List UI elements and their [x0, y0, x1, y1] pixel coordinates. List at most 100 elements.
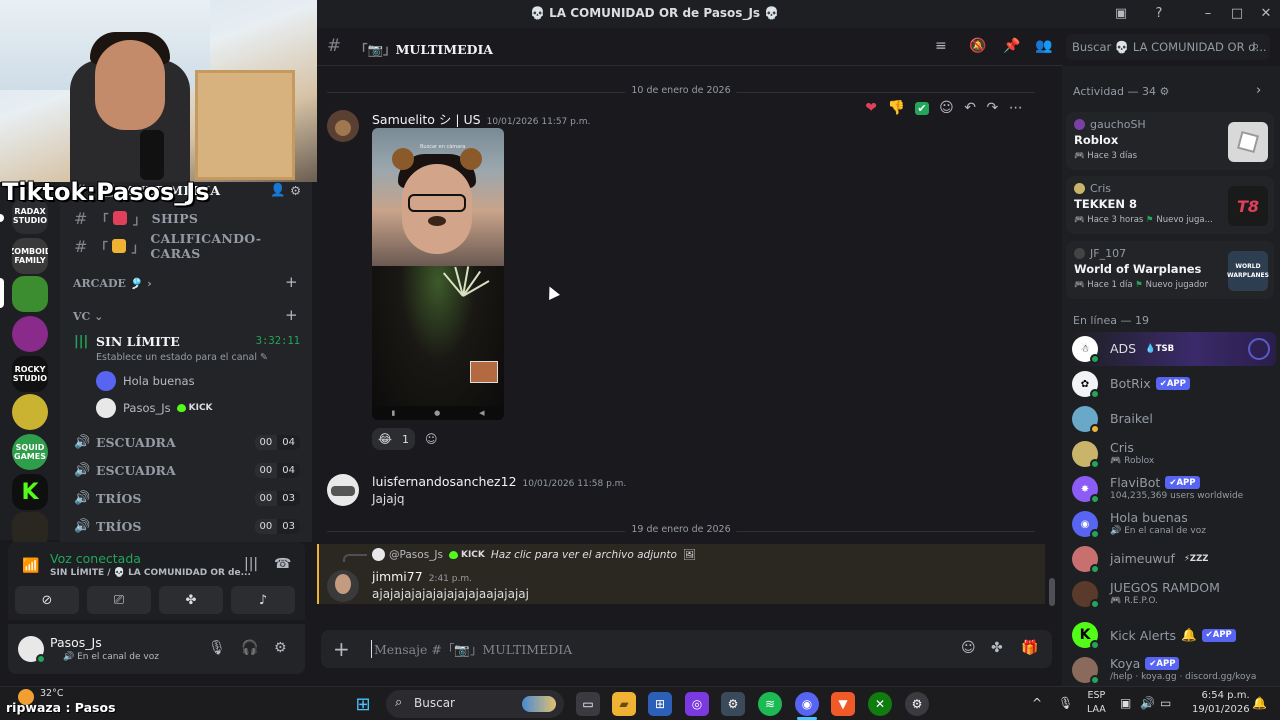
- voice-member[interactable]: Pasos_Js KICK: [96, 398, 213, 418]
- voice-channel-escuadra[interactable]: 🔊 ESCUADRA 00 04: [74, 457, 300, 483]
- activities-button[interactable]: ✤: [159, 586, 223, 614]
- steam-icon[interactable]: ⚙: [905, 692, 929, 716]
- member-juegos-ramdom[interactable]: JUEGOS RAMDOM 🎮 R.E.P.O.: [1070, 577, 1276, 611]
- member-hola-buenas[interactable]: ◉ Hola buenas 🔊 En el canal de voz: [1070, 507, 1276, 541]
- member-jaimeuwuf[interactable]: jaimeuwuf ⚡ ZZZ: [1070, 542, 1276, 576]
- emoji-icon[interactable]: ☺: [961, 640, 976, 656]
- voice-channel-trios[interactable]: 🔊 TRÍOS 00 03: [74, 485, 300, 511]
- forward-icon[interactable]: ↷: [986, 100, 998, 116]
- taskbar-clock[interactable]: 6:54 p.m. 19/01/2026: [1192, 689, 1250, 717]
- settings-icon[interactable]: ⚙: [721, 692, 745, 716]
- chevron-right-icon[interactable]: ›: [1256, 83, 1261, 98]
- activity-card[interactable]: JF_107 World of Warplanes 🎮 Hace 1 día ⚑…: [1066, 241, 1274, 299]
- file-explorer-icon[interactable]: ▰: [612, 692, 636, 716]
- activity-card[interactable]: gauchoSH Roblox 🎮 Hace 3 días: [1066, 112, 1274, 170]
- server-icon[interactable]: [12, 276, 48, 312]
- message-input[interactable]: [371, 640, 931, 658]
- screen-share-button[interactable]: ⎚: [87, 586, 151, 614]
- message-author[interactable]: jimmi77 2:41 p.m.: [372, 569, 472, 584]
- xbox-icon[interactable]: ✕: [868, 692, 892, 716]
- discord-icon[interactable]: ◉: [795, 692, 819, 716]
- pin-icon[interactable]: 📌: [1003, 38, 1020, 54]
- task-view-icon[interactable]: ▭: [576, 692, 600, 716]
- channel-ships[interactable]: # 「」 SHIPS: [74, 205, 306, 231]
- microphone-icon[interactable]: 🎙: [208, 640, 226, 656]
- channel-calificando-caras[interactable]: # 「」 CALIFICANDO-CARAS: [74, 231, 306, 261]
- scrollbar[interactable]: [1049, 578, 1055, 606]
- heart-icon[interactable]: ❤: [865, 100, 877, 116]
- server-icon[interactable]: [12, 394, 48, 430]
- voice-channel-escuadra[interactable]: 🔊 ESCUADRA 00 04: [74, 429, 300, 455]
- member-koya[interactable]: Koya ✔ APP /help · koya.gg · discord.gg/k…: [1070, 653, 1276, 686]
- server-icon[interactable]: K: [12, 474, 48, 510]
- headphones-icon[interactable]: 🎧: [241, 640, 258, 656]
- member-braikel[interactable]: Braikel: [1070, 402, 1276, 436]
- reaction-joy[interactable]: 😂 1: [372, 428, 416, 450]
- more-icon[interactable]: ⋯: [1009, 100, 1023, 116]
- member-botrix[interactable]: ✿ BotRix ✔ APP: [1070, 367, 1276, 401]
- volume-icon[interactable]: 🔊: [1140, 696, 1155, 710]
- minimize-icon[interactable]: –: [1200, 6, 1216, 22]
- activity-card[interactable]: Cris TEKKEN 8 🎮 Hace 3 horas ⚑ Nuevo jug…: [1066, 176, 1274, 234]
- member-kick-alerts[interactable]: K Kick Alerts 🔔 ✔ APP: [1070, 618, 1276, 652]
- search-icon[interactable]: ⌕: [1252, 39, 1259, 54]
- voice-channel-sin-limite[interactable]: ||| SIN LÍMITE 3:32:11: [74, 328, 300, 354]
- server-icon[interactable]: [12, 316, 48, 352]
- store-icon[interactable]: ⊞: [648, 692, 672, 716]
- avatar[interactable]: [327, 570, 359, 602]
- image-attachment[interactable]: ▮ ● ◀: [372, 266, 504, 420]
- apps-icon[interactable]: ✤: [991, 640, 1003, 656]
- noise-suppression-icon[interactable]: |||: [244, 556, 258, 572]
- gear-icon[interactable]: ⚙: [290, 183, 302, 198]
- avatar[interactable]: [327, 110, 359, 142]
- members-icon[interactable]: 👥: [1035, 38, 1052, 54]
- server-icon[interactable]: SQUID GAMES: [12, 434, 48, 470]
- mute-icon[interactable]: 🔕: [969, 38, 986, 54]
- attach-plus-icon[interactable]: +: [333, 637, 350, 661]
- add-reaction-icon[interactable]: ☺: [939, 100, 954, 116]
- help-icon[interactable]: ?: [1151, 6, 1167, 22]
- reply-icon[interactable]: ↶: [964, 100, 976, 116]
- spotify-icon[interactable]: ≋: [758, 692, 782, 716]
- signal-icon[interactable]: 📶: [22, 558, 39, 574]
- member-cris[interactable]: Cris 🎮 Roblox: [1070, 437, 1276, 471]
- microphone-icon[interactable]: 🎙: [1058, 696, 1073, 710]
- thumbs-down-icon[interactable]: 👎: [887, 100, 904, 116]
- check-icon[interactable]: ✔: [915, 101, 929, 115]
- reply-preview[interactable]: @Pasos_Js KICK Haz clic para ver el arch…: [372, 548, 696, 561]
- category-arcade[interactable]: ARCADE 🎐 ›: [73, 277, 152, 290]
- add-member-icon[interactable]: 👤: [270, 182, 286, 198]
- image-attachment[interactable]: Buscar en cámara: [372, 128, 504, 266]
- voice-member[interactable]: Hola buenas: [96, 371, 195, 391]
- message-author[interactable]: luisfernandosanchez12 10/01/2026 11:58 p.…: [372, 474, 626, 489]
- camera-off-button[interactable]: ⊘: [15, 586, 79, 614]
- voice-channel-trios[interactable]: 🔊 TRÍOS 00 03: [74, 513, 300, 539]
- windows-start-icon[interactable]: ⊞: [351, 692, 375, 716]
- voice-status-title[interactable]: Voz conectada: [50, 551, 141, 566]
- app-icon[interactable]: ◎: [685, 692, 709, 716]
- member-ads[interactable]: ☃ ADS 💧 TSB: [1070, 332, 1276, 366]
- add-reaction-button[interactable]: ☺: [425, 428, 438, 450]
- avatar[interactable]: [327, 474, 359, 506]
- network-icon[interactable]: ▣: [1120, 696, 1131, 710]
- user-name[interactable]: Pasos_Js: [50, 635, 102, 650]
- inbox-icon[interactable]: ▣: [1113, 6, 1129, 22]
- gift-icon[interactable]: 🎁: [1021, 640, 1038, 656]
- category-vc[interactable]: VC ⌄: [73, 310, 103, 323]
- battery-icon[interactable]: ▭: [1160, 696, 1171, 710]
- threads-icon[interactable]: ≡: [935, 38, 947, 54]
- disconnect-icon[interactable]: ☎: [274, 556, 291, 572]
- search-input[interactable]: Buscar 💀 LA COMUNIDAD OR d...: [1066, 34, 1270, 60]
- server-icon[interactable]: ZOMBOID FAMILY: [12, 238, 48, 274]
- language-indicator[interactable]: ESP LAA: [1087, 689, 1106, 717]
- message-list[interactable]: 10 de enero de 2026 Samuelito シ | US 10/0…: [317, 66, 1062, 614]
- notification-bell-icon[interactable]: 🔔: [1252, 696, 1267, 710]
- soundboard-button[interactable]: ♪: [231, 586, 295, 614]
- add-channel-icon[interactable]: +: [285, 306, 298, 324]
- member-flavibot[interactable]: ✸ FlaviBot ✔ APP 104,235,369 users worldw…: [1070, 472, 1276, 506]
- message-author[interactable]: Samuelito シ | US 10/01/2026 11:57 p.m.: [372, 109, 590, 128]
- gear-icon[interactable]: ⚙: [274, 640, 287, 656]
- taskbar-search[interactable]: ⌕ Buscar: [386, 690, 564, 718]
- voice-status-subtitle[interactable]: SIN LÍMITE / 💀 LA COMUNIDAD OR de...: [50, 568, 251, 578]
- close-icon[interactable]: ✕: [1258, 6, 1274, 22]
